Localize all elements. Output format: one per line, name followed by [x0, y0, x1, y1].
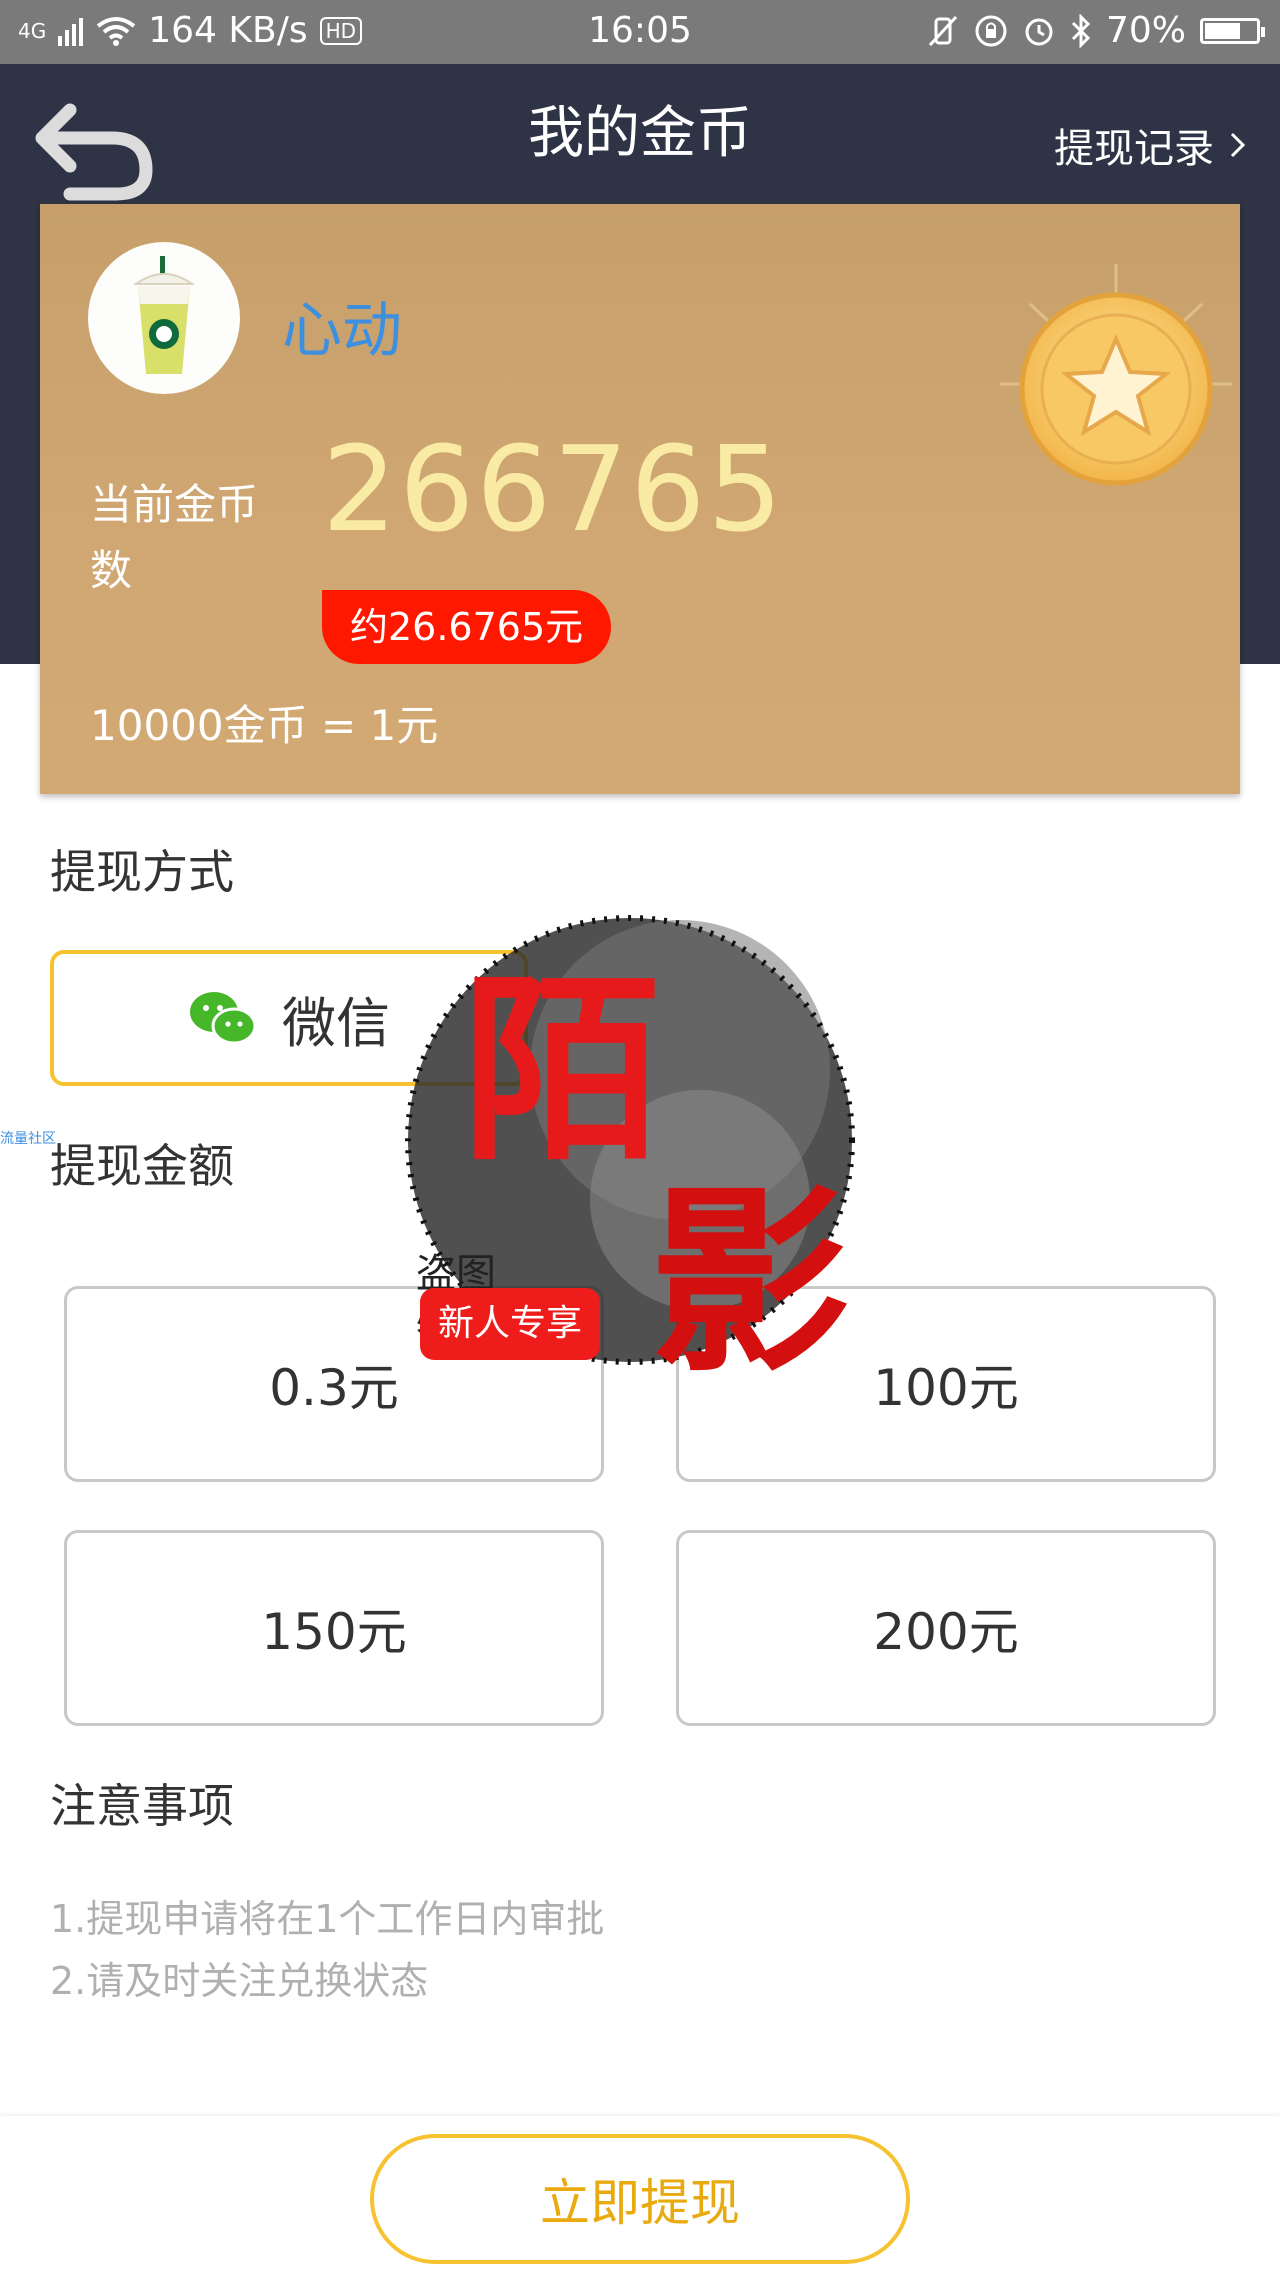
avatar[interactable] [88, 242, 240, 394]
rotation-lock-icon [975, 15, 1007, 46]
drink-avatar-icon [132, 256, 196, 374]
alarm-icon [1025, 18, 1053, 45]
note-item: 1.提现申请将在1个工作日内审批 [50, 1897, 605, 1941]
coin-card: 心动 当前金币数 266765 约26.6765元 10000金币 = 1元 [40, 204, 1240, 794]
wechat-option-label: 微信 [282, 991, 390, 1055]
exchange-rate: 10000金币 = 1元 [90, 701, 439, 750]
star-coin-icon [1000, 264, 1232, 486]
coin-count-value: 266765 [322, 420, 785, 558]
chevron-right-icon [1230, 132, 1246, 158]
status-right: 70% [926, 10, 1265, 51]
bluetooth-icon [1071, 13, 1091, 48]
battery-icon [1200, 17, 1265, 44]
withdraw-method-title: 提现方式 [50, 845, 234, 899]
amount-option[interactable]: 200元 [676, 1530, 1216, 1726]
coin-count-label: 当前金币数 [90, 480, 259, 595]
withdraw-now-button[interactable]: 立即提现 [370, 2134, 910, 2264]
withdraw-history-link[interactable]: 提现记录 [1054, 116, 1248, 174]
wechat-option-button[interactable]: 微信 [50, 950, 528, 1086]
withdraw-amount-title: 提现金额 [50, 1139, 234, 1193]
note-item: 2.请及时关注兑换状态 [50, 1959, 429, 2003]
newcomer-badge: 新人专享 [420, 1288, 600, 1360]
notes-title: 注意事项 [50, 1779, 234, 1833]
notes-list: 1.提现申请将在1个工作日内审批 2.请及时关注兑换状态 [50, 1888, 604, 2012]
amount-option[interactable]: 150元 [64, 1530, 604, 1726]
battery-percent: 70% [1105, 10, 1186, 51]
username: 心动 [282, 296, 402, 366]
status-bar: 4G 164 KB/s HD 16:05 70% [0, 0, 1280, 64]
bottom-action-bar: 立即提现 [0, 2116, 1280, 2277]
wechat-icon [190, 992, 257, 1045]
amount-option[interactable]: 100元 [676, 1286, 1216, 1482]
vibrate-icon [928, 15, 958, 46]
withdraw-history-label: 提现记录 [1054, 126, 1214, 172]
rmb-equivalent-badge: 约26.6765元 [322, 590, 612, 664]
side-watermark-text: 流量社区 [0, 1131, 56, 1147]
